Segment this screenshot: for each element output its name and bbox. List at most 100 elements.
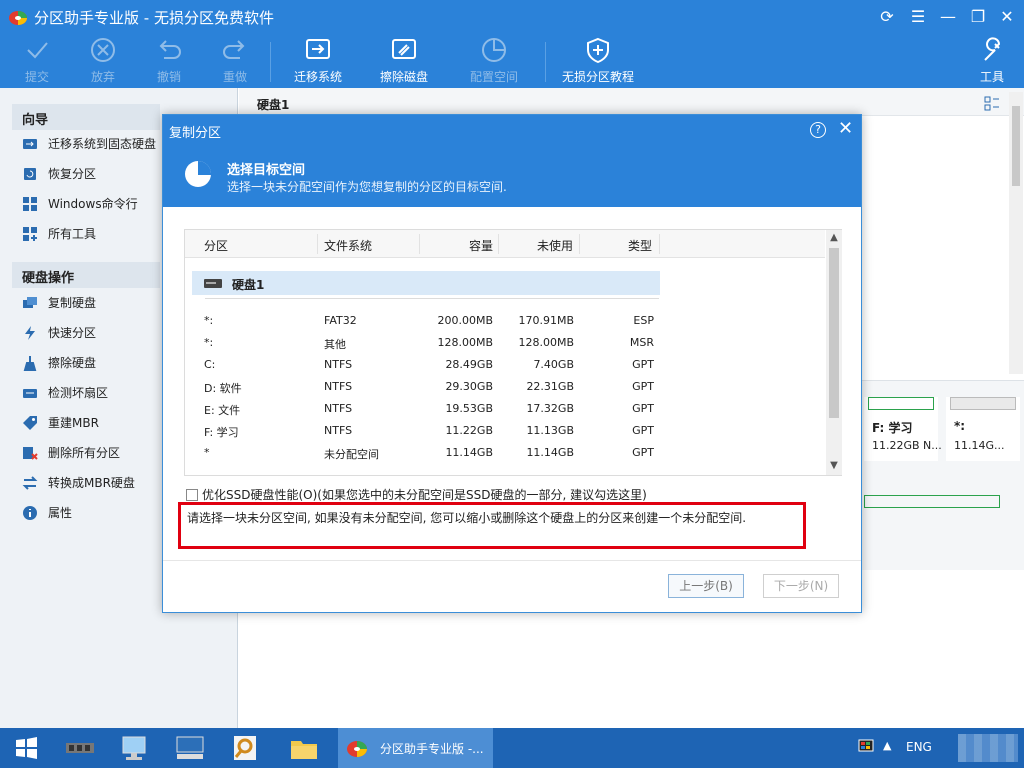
- undo-label: 撤销: [156, 70, 181, 84]
- partition-row[interactable]: E: 文件 NTFS 19.53GB 17.32GB GPT: [185, 402, 825, 424]
- cell-type: ESP: [633, 314, 654, 327]
- pie-icon: [482, 38, 506, 62]
- search-magnifier-icon[interactable]: [226, 732, 266, 764]
- minimize-icon[interactable]: —: [937, 6, 959, 28]
- display-icon[interactable]: [858, 739, 874, 755]
- table-header: 分区 文件系统 容量 未使用 类型: [185, 230, 825, 258]
- undo-button[interactable]: 撤销: [146, 36, 192, 88]
- help-icon[interactable]: ?: [810, 122, 826, 138]
- sidebar-item-wipe-disk[interactable]: 擦除硬盘: [22, 354, 96, 376]
- partition-row[interactable]: F: 学习 NTFS 11.22GB 11.13GB GPT: [185, 424, 825, 446]
- migrate-os-button[interactable]: 迁移系统: [290, 36, 346, 88]
- sidebar-item-convert-mbr[interactable]: 转换成MBR硬盘: [22, 474, 135, 496]
- sidebar-item-all-tools[interactable]: 所有工具: [22, 225, 96, 247]
- info-icon: [23, 505, 37, 520]
- partition-row[interactable]: C: NTFS 28.49GB 7.40GB GPT: [185, 358, 825, 380]
- tray-arrow-icon[interactable]: ▲: [883, 739, 891, 752]
- partition-row[interactable]: D: 软件 NTFS 29.30GB 22.31GB GPT: [185, 380, 825, 402]
- computer-icon[interactable]: [170, 732, 210, 764]
- cell-fs: FAT32: [324, 314, 357, 327]
- sidebar-item-copy-disk[interactable]: 复制硬盘: [22, 294, 96, 316]
- network-computer-icon[interactable]: [115, 732, 155, 764]
- scrollbar-thumb[interactable]: [829, 248, 839, 418]
- cell-fs: NTFS: [324, 424, 353, 437]
- language-indicator[interactable]: ENG: [906, 740, 932, 754]
- broom-icon: [23, 355, 37, 371]
- col-unused[interactable]: 未使用: [537, 237, 573, 254]
- dialog-close-icon[interactable]: ✕: [838, 118, 853, 139]
- sidebar-item-delete-all[interactable]: 删除所有分区: [22, 444, 120, 466]
- copy-disk-icon: [23, 296, 37, 308]
- hint-text: 请选择一块未分区空间, 如果没有未分配空间, 您可以缩小或删除这个硬盘上的分区来…: [187, 511, 747, 525]
- ssd-checkbox[interactable]: [186, 488, 198, 501]
- sidebar-item-bad-sector[interactable]: 检测坏扇区: [22, 384, 108, 406]
- cell-type: GPT: [632, 358, 654, 371]
- table-scrollbar[interactable]: ▲ ▼: [826, 230, 842, 475]
- cell-unused: 17.32GB: [526, 402, 574, 415]
- col-filesystem[interactable]: 文件系统: [324, 237, 372, 254]
- refresh-icon[interactable]: ⟳: [876, 6, 898, 28]
- taskbar-active-app[interactable]: 分区助手专业版 -...: [338, 728, 493, 768]
- cell-capacity: 28.49GB: [445, 358, 493, 371]
- toolbar: 提交 放弃 撤销 重做 迁移系统 擦除磁盘 配置空间 无损分区教程 工具: [0, 34, 1024, 88]
- cell-type: GPT: [632, 380, 654, 393]
- grid-icon: [23, 226, 37, 241]
- menu-icon[interactable]: ☰: [907, 6, 929, 28]
- allocate-space-button[interactable]: 配置空间: [466, 36, 522, 88]
- cell-capacity: 29.30GB: [445, 380, 493, 393]
- toolbar-divider: [545, 42, 546, 82]
- cell-partition: D: 软件: [204, 382, 242, 395]
- ssd-optimize-option[interactable]: 优化SSD硬盘性能(O)(如果您选中的未分配空间是SSD硬盘的一部分, 建议勾选…: [186, 486, 647, 503]
- next-button[interactable]: 下一步(N): [763, 574, 839, 598]
- cell-partition: *:: [204, 336, 214, 349]
- back-button[interactable]: 上一步(B): [668, 574, 744, 598]
- sidebar-item-migrate-ssd[interactable]: 迁移系统到固态硬盘: [22, 135, 156, 157]
- partition-card-unallocated[interactable]: *: 11.14G...: [946, 397, 1020, 461]
- col-type[interactable]: 类型: [628, 237, 652, 254]
- restore-icon[interactable]: ❐: [967, 6, 989, 28]
- partition-row[interactable]: * 未分配空间 11.14GB 11.14GB GPT: [185, 446, 825, 468]
- clock-area[interactable]: [958, 734, 1018, 762]
- tutorial-button[interactable]: 无损分区教程: [560, 36, 636, 88]
- sidebar-item-properties[interactable]: 属性: [22, 504, 72, 526]
- col-capacity[interactable]: 容量: [469, 237, 493, 254]
- title-bar: 分区助手专业版 - 无损分区免费软件 ⟳ ☰ — ❐ ✕: [0, 0, 1024, 34]
- sidebar-item-quick-partition[interactable]: 快速分区: [22, 324, 96, 346]
- sidebar-item-cmd[interactable]: Windows命令行: [22, 195, 138, 217]
- close-icon[interactable]: ✕: [996, 6, 1018, 28]
- memory-chip-icon[interactable]: [60, 732, 100, 764]
- redo-button[interactable]: 重做: [212, 36, 258, 88]
- partition-row[interactable]: *: FAT32 200.00MB 170.91MB ESP: [185, 314, 825, 336]
- disk-icon: [204, 279, 222, 288]
- col-partition[interactable]: 分区: [204, 237, 228, 254]
- partition-card-f[interactable]: F: 学习 11.22GB N...: [864, 397, 942, 461]
- allocate-label: 配置空间: [469, 70, 518, 84]
- sidebar-item-rebuild-mbr[interactable]: 重建MBR: [22, 414, 99, 436]
- tools-label: 工具: [979, 70, 1004, 84]
- cell-partition: E: 文件: [204, 404, 241, 417]
- commit-button[interactable]: 提交: [14, 36, 60, 88]
- cell-type: MSR: [629, 336, 654, 349]
- scroll-down-icon[interactable]: ▼: [826, 460, 842, 471]
- start-windows-icon[interactable]: [6, 732, 46, 764]
- view-toggle-icon[interactable]: [984, 96, 1000, 112]
- scan-icon: [23, 388, 37, 398]
- wrench-icon: [984, 37, 1001, 61]
- partition-row[interactable]: *: 其他 128.00MB 128.00MB MSR: [185, 336, 825, 358]
- discard-button[interactable]: 放弃: [80, 36, 126, 88]
- cell-fs: 未分配空间: [324, 448, 379, 461]
- disk-group-row[interactable]: 硬盘1: [192, 271, 660, 295]
- file-explorer-icon[interactable]: [284, 732, 324, 764]
- cell-partition: *:: [204, 314, 214, 327]
- wipe-disk-button[interactable]: 擦除磁盘: [376, 36, 432, 88]
- tools-button[interactable]: 工具: [972, 36, 1012, 88]
- cell-capacity: 19.53GB: [445, 402, 493, 415]
- partition-name: *:: [954, 419, 966, 433]
- cell-partition: *: [204, 446, 210, 459]
- scrollbar-thumb[interactable]: [1012, 106, 1020, 186]
- cell-partition: C:: [204, 358, 216, 371]
- disk-ops-section-title: 硬盘操作: [12, 262, 160, 288]
- sidebar-item-recover[interactable]: 恢复分区: [22, 165, 96, 187]
- main-scrollbar[interactable]: [1009, 92, 1023, 374]
- scroll-up-icon[interactable]: ▲: [826, 232, 842, 243]
